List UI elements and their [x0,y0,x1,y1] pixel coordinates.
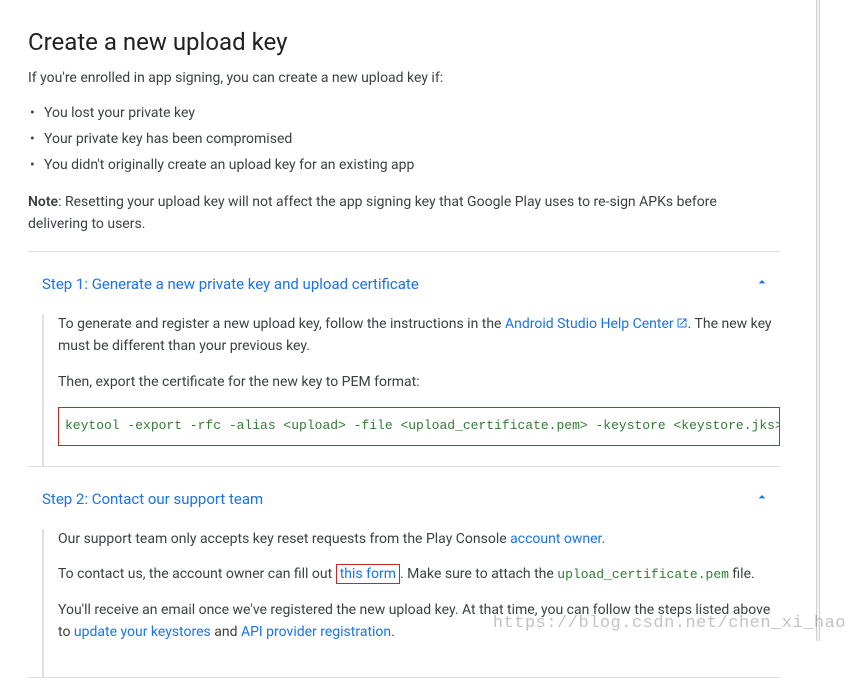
step2-p1: Our support team only accepts key reset … [58,529,780,551]
text: Our support team only accepts key reset … [58,531,510,547]
note-text: Note: Resetting your upload key will not… [28,192,780,235]
divider [28,677,780,678]
list-item: You lost your private key [28,100,780,126]
step2-header[interactable]: Step 2: Contact our support team [28,467,780,529]
list-item: Your private key has been compromised [28,126,780,152]
note-label: Note [28,194,58,210]
step1-title: Step 1: Generate a new private key and u… [42,275,419,293]
text: . [601,531,605,547]
code-block: keytool -export -rfc -alias <upload> -fi… [58,407,780,445]
link-text: Android Studio Help Center [505,316,674,332]
page-title: Create a new upload key [28,28,780,56]
bullet-list: You lost your private key Your private k… [28,100,780,178]
note-body: : Resetting your upload key will not aff… [28,194,717,232]
text: To contact us, the account owner can fil… [58,566,336,582]
step2-body: Our support team only accepts key reset … [42,529,780,678]
this-form-link[interactable]: this form [336,564,400,584]
text: file. [729,566,755,582]
scrollbar-track[interactable] [816,0,820,641]
cert-filename: upload_certificate.pem [557,567,729,582]
step2-p2: To contact us, the account owner can fil… [58,564,780,586]
text: . [391,624,395,640]
main-content: Create a new upload key If you're enroll… [0,0,808,698]
chevron-up-icon [754,489,770,509]
text: and [211,624,241,640]
help-center-link[interactable]: Android Studio Help Center [505,316,688,332]
step1-p2: Then, export the certificate for the new… [58,372,780,394]
chevron-up-icon [754,274,770,294]
step1-header[interactable]: Step 1: Generate a new private key and u… [28,252,780,314]
external-link-icon [676,315,688,327]
watermark: https://blog.csdn.net/chen_xi_hao [493,614,846,633]
step1-body: To generate and register a new upload ke… [42,314,780,465]
update-keystores-link[interactable]: update your keystores [74,624,211,640]
step2-title: Step 2: Contact our support team [42,490,263,508]
list-item: You didn't originally create an upload k… [28,152,780,178]
text: . Make sure to attach the [400,566,557,582]
intro-text: If you're enrolled in app signing, you c… [28,70,780,86]
api-registration-link[interactable]: API provider registration [241,624,391,640]
account-owner-link[interactable]: account owner [510,531,601,547]
step1-p1: To generate and register a new upload ke… [58,314,780,357]
text: To generate and register a new upload ke… [58,316,505,332]
